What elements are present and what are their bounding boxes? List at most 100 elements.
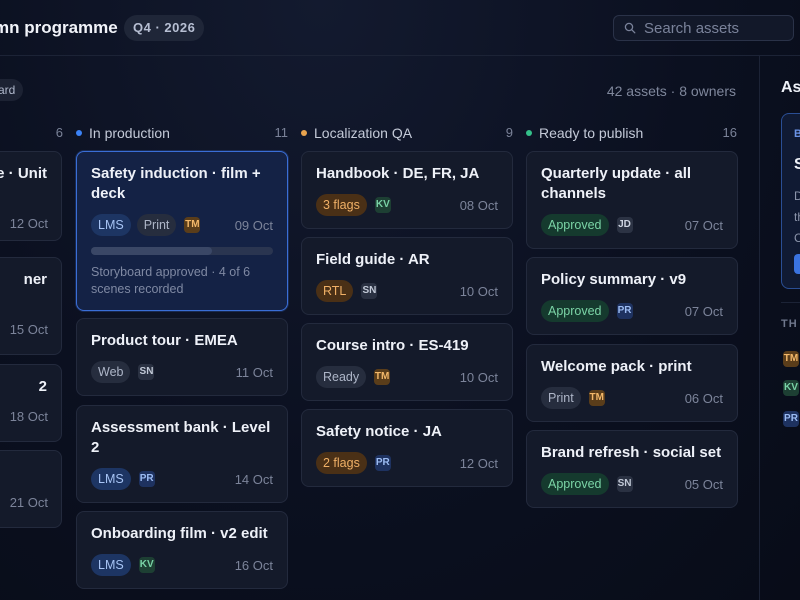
status-dot bbox=[76, 130, 82, 136]
column-header-prev: 6 bbox=[0, 124, 63, 142]
asset-summary: 42 assets · 8 owners bbox=[606, 83, 736, 99]
side-panel-card[interactable]: B S D th C bbox=[781, 113, 800, 289]
top-bar: mn programme Q4 · 2026 bbox=[0, 0, 800, 56]
card-title: Safety notice · JA bbox=[316, 423, 442, 440]
kanban-card[interactable]: 21 Oct bbox=[0, 450, 62, 528]
card-title: Quarterly update · all channels bbox=[541, 165, 692, 202]
progress-bar bbox=[91, 247, 273, 255]
tag-web: Web bbox=[91, 361, 131, 383]
kanban-card[interactable]: Field guide · AR RTL SN 10 Oct bbox=[301, 237, 513, 315]
card-date: 10 Oct bbox=[459, 283, 498, 299]
avatar: KV bbox=[138, 557, 155, 573]
tag-lms: LMS bbox=[91, 214, 131, 236]
card-date: 14 Oct bbox=[234, 471, 273, 487]
tag-approved: Approved bbox=[541, 214, 609, 236]
card-title: Field guide · AR bbox=[316, 251, 430, 268]
kanban-card[interactable]: e · Unit 12 Oct bbox=[0, 151, 62, 241]
avatar: TM bbox=[184, 217, 201, 233]
card-title: Assessment bank · Level 2 bbox=[91, 419, 271, 456]
side-panel-title: As bbox=[781, 79, 800, 96]
kanban-card[interactable]: Onboarding film · v2 edit LMS KV 16 Oct bbox=[76, 511, 288, 589]
card-date: 12 Oct bbox=[459, 455, 498, 471]
card-date: 05 Oct bbox=[684, 476, 723, 492]
column-header-localization-qa: Localization QA 9 bbox=[301, 124, 513, 142]
tag-flags: 3 flags bbox=[316, 194, 367, 216]
column-header-ready-to-publish: Ready to publish 16 bbox=[526, 124, 737, 142]
kanban-card[interactable]: Policy summary · v9 Approved PR 07 Oct bbox=[526, 257, 738, 335]
kanban-card[interactable]: Safety notice · JA 2 flags PR 12 Oct bbox=[301, 409, 513, 487]
tag-approved: Approved bbox=[541, 473, 609, 495]
tag-print: Print bbox=[136, 214, 177, 236]
column-name: Ready to publish bbox=[539, 125, 644, 141]
card-title: Course intro · ES-419 bbox=[316, 337, 469, 354]
side-card-text: D th C bbox=[794, 186, 800, 249]
tag-flags: 2 flags bbox=[316, 452, 367, 474]
card-date: 10 Oct bbox=[459, 369, 498, 385]
column-name: In production bbox=[89, 125, 170, 141]
avatar[interactable]: TM bbox=[783, 351, 799, 367]
kanban-card[interactable]: Quarterly update · all channels Approved… bbox=[526, 151, 738, 249]
side-section-label: TH bbox=[781, 318, 798, 330]
column-count: 6 bbox=[55, 125, 63, 140]
avatar: JD bbox=[616, 217, 633, 233]
column-count: 11 bbox=[274, 125, 289, 140]
avatar[interactable]: KV bbox=[783, 380, 799, 396]
card-date: 16 Oct bbox=[234, 557, 273, 573]
card-title: Product tour · EMEA bbox=[91, 332, 238, 349]
avatar: TM bbox=[374, 369, 391, 385]
tag-print: Print bbox=[541, 387, 581, 409]
programme-title: mn programme bbox=[0, 18, 118, 37]
side-card-line: D bbox=[794, 186, 800, 207]
kanban-card[interactable]: Assessment bank · Level 2 LMS PR 14 Oct bbox=[76, 405, 288, 503]
board-view-pill[interactable]: ard bbox=[0, 79, 24, 101]
column-count: 9 bbox=[505, 125, 513, 140]
search-icon bbox=[624, 22, 636, 34]
tag-ready: Ready bbox=[316, 366, 367, 388]
avatar: PR bbox=[138, 471, 155, 487]
status-dot bbox=[301, 130, 307, 136]
side-panel-divider bbox=[759, 56, 760, 600]
card-title: Brand refresh · social set bbox=[541, 444, 722, 461]
column-header-in-production: In production 11 bbox=[76, 124, 288, 142]
tag-lms: LMS bbox=[91, 554, 131, 576]
card-date: 11 Oct bbox=[235, 364, 273, 380]
column-count: 16 bbox=[722, 125, 737, 140]
card-title: Welcome pack · print bbox=[541, 358, 692, 375]
search-box[interactable] bbox=[613, 15, 794, 41]
kanban-card[interactable]: Safety induction · film + deck LMS Print… bbox=[76, 151, 288, 311]
kanban-page: mn programme Q4 · 2026 ard 42 assets · 8… bbox=[0, 0, 800, 600]
card-title: Onboarding film · v2 edit bbox=[91, 525, 268, 542]
side-card-line: th bbox=[794, 210, 800, 224]
column-name: Localization QA bbox=[314, 125, 413, 141]
card-title: Safety induction · film + deck bbox=[91, 165, 261, 202]
tag-approved: Approved bbox=[541, 300, 609, 322]
progress-fill bbox=[91, 247, 213, 255]
kanban-card[interactable]: Welcome pack · print Print TM 06 Oct bbox=[526, 344, 738, 422]
side-panel-separator bbox=[781, 302, 800, 303]
kanban-card[interactable]: Brand refresh · social set Approved SN 0… bbox=[526, 430, 738, 508]
card-date: 12 Oct bbox=[9, 216, 48, 231]
side-card-button[interactable] bbox=[794, 254, 800, 274]
kanban-card[interactable]: Handbook · DE, FR, JA 3 flags KV 08 Oct bbox=[301, 151, 513, 229]
quarter-badge[interactable]: Q4 · 2026 bbox=[124, 15, 205, 41]
card-date: 07 Oct bbox=[684, 217, 723, 233]
card-title: ner bbox=[23, 271, 47, 288]
avatar[interactable]: PR bbox=[783, 411, 799, 427]
card-note: Storyboard approved · 4 of 6 scenes reco… bbox=[91, 265, 251, 296]
search-input[interactable] bbox=[644, 19, 784, 37]
avatar: SN bbox=[138, 364, 155, 380]
card-date: 21 Oct bbox=[9, 495, 48, 510]
avatar: PR bbox=[616, 303, 633, 319]
card-date: 06 Oct bbox=[684, 390, 723, 406]
card-date: 08 Oct bbox=[459, 197, 498, 213]
kanban-card[interactable]: Product tour · EMEA Web SN 11 Oct bbox=[76, 318, 288, 396]
kanban-card[interactable]: Course intro · ES-419 Ready TM 10 Oct bbox=[301, 323, 513, 401]
avatar: SN bbox=[616, 476, 633, 492]
avatar: SN bbox=[361, 283, 378, 299]
kanban-card[interactable]: ner 15 Oct bbox=[0, 257, 62, 355]
kanban-card[interactable]: 2 18 Oct bbox=[0, 364, 62, 442]
status-dot bbox=[526, 130, 532, 136]
card-date: 09 Oct bbox=[234, 217, 273, 233]
avatar: KV bbox=[374, 197, 391, 213]
card-title: 2 bbox=[38, 378, 47, 395]
